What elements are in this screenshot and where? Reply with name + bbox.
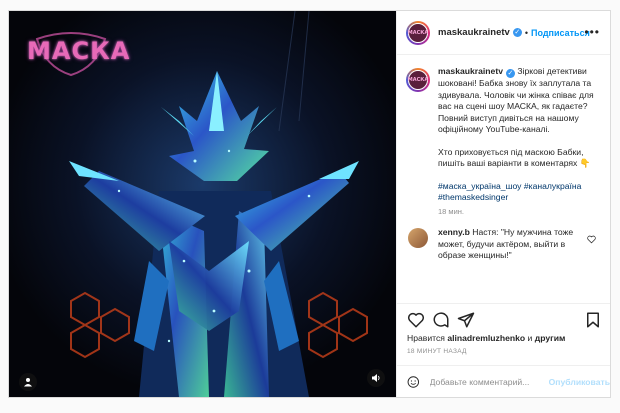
post-side-panel: МАСКА maskaukrainetv ✓ • Подписаться •••… <box>396 11 610 397</box>
caption-avatar[interactable]: МАСКА <box>406 68 430 92</box>
caption-avatar-text: МАСКА <box>407 77 429 83</box>
posted-time: 18 МИНУТ НАЗАД <box>407 348 467 355</box>
share-paper-plane-icon[interactable] <box>457 311 475 329</box>
caption-hashtags[interactable]: #маска_україна_шоу #каналукраїна #themas… <box>438 181 600 204</box>
caption-paragraph-1b: Повний виступ дивіться на нашому офіційн… <box>438 112 579 135</box>
header-username[interactable]: maskaukrainetv <box>438 27 510 38</box>
person-icon <box>24 378 32 387</box>
sound-toggle-button[interactable] <box>367 369 385 387</box>
commenter-avatar[interactable] <box>408 228 428 248</box>
caption: МАСКА maskaukrainetv ✓ Зіркові детективи … <box>406 66 600 217</box>
publish-button[interactable]: Опубликовать <box>549 377 610 387</box>
profile-avatar[interactable]: МАСКА <box>406 20 430 45</box>
likes-summary: Нравится alinadremluzhenko и другим <box>407 333 565 343</box>
follow-button[interactable]: Подписаться <box>531 28 590 38</box>
post-video[interactable]: МАСКА <box>9 11 396 397</box>
comment-bubble-icon[interactable] <box>432 311 450 329</box>
caption-verified-icon: ✓ <box>505 69 515 78</box>
verified-badge-icon: ✓ <box>512 28 522 37</box>
likes-prefix: Нравится <box>407 333 445 343</box>
add-comment-bar: Опубликовать <box>397 365 610 397</box>
likes-others[interactable]: другим <box>535 333 566 343</box>
tagged-users-button[interactable] <box>19 373 37 391</box>
caption-paragraph-2: Хто приховується під маскою Бабки, пишіт… <box>438 146 591 169</box>
emoji-smiley-icon[interactable] <box>407 374 420 390</box>
header-separator: • <box>524 27 528 38</box>
caption-username[interactable]: maskaukrainetv <box>438 66 503 76</box>
comments-area: МАСКА maskaukrainetv ✓ Зіркові детективи … <box>397 56 610 296</box>
likes-conj: и <box>527 333 533 343</box>
more-options-icon[interactable]: ••• <box>584 25 600 39</box>
add-comment-input[interactable] <box>429 376 541 387</box>
avatar-text: МАСКА <box>407 29 429 36</box>
likes-user[interactable]: alinadremluzhenko <box>447 333 525 343</box>
comment-like-heart-icon[interactable] <box>587 235 596 244</box>
comment-text: xenny.b Настя: "Ну мужчина тоже может, б… <box>438 227 586 262</box>
maska-logo-text: МАСКА <box>27 37 131 65</box>
maska-show-logo: МАСКА <box>27 31 131 79</box>
like-heart-icon[interactable] <box>407 311 425 329</box>
speaker-icon <box>372 374 380 382</box>
caption-text: maskaukrainetv ✓ Зіркові детективи шокова… <box>438 66 600 217</box>
comment-username[interactable]: xenny.b <box>438 227 470 237</box>
post-actions-bar <box>397 303 610 333</box>
post-header: МАСКА maskaukrainetv ✓ • Подписаться ••• <box>397 11 610 55</box>
instagram-post-card: МАСКА МАСКА maskaukrainetv ✓ • Подписать… <box>8 10 611 398</box>
save-bookmark-icon[interactable] <box>584 311 602 329</box>
caption-time: 18 мин. <box>438 206 464 216</box>
comment-item: xenny.b Настя: "Ну мужчина тоже может, б… <box>406 227 600 262</box>
